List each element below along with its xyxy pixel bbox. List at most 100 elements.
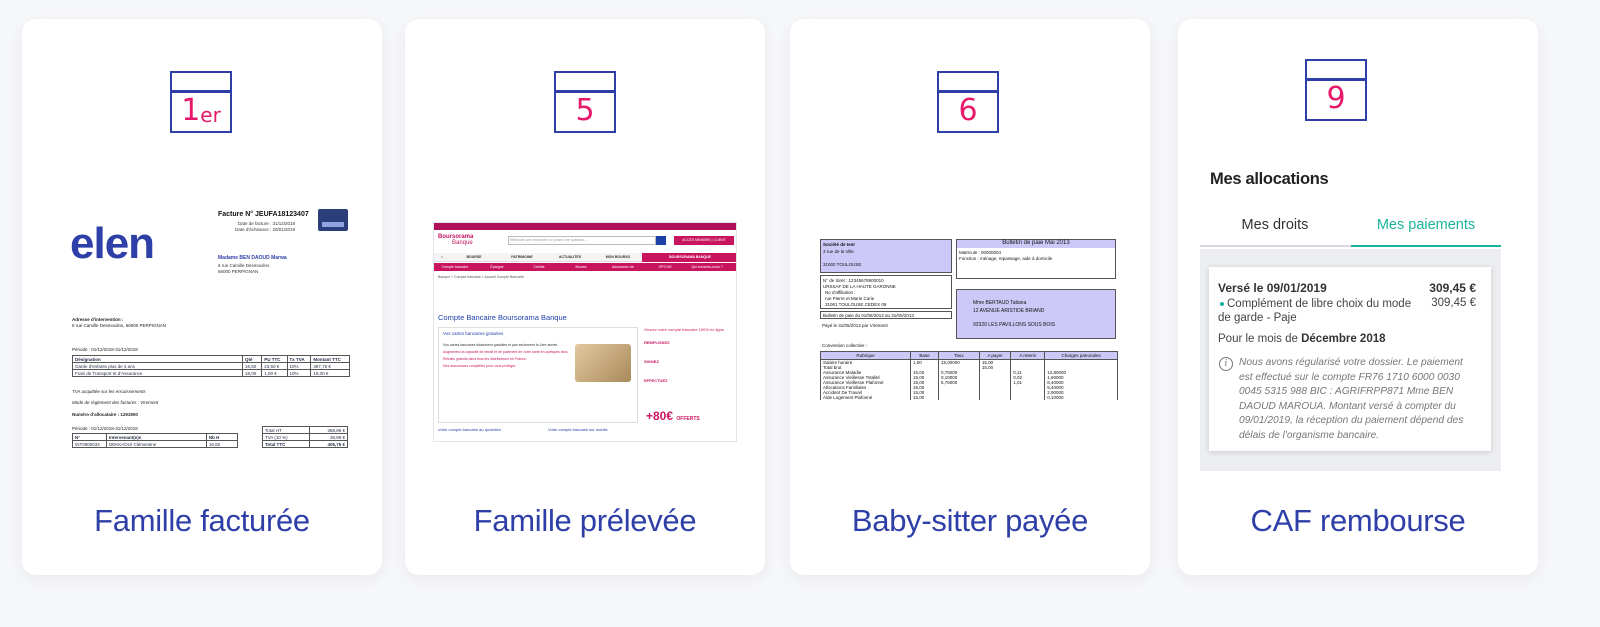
payment-date: Versé le 09/01/2019 <box>1218 281 1327 295</box>
subnav-item: OPCVM <box>658 265 672 269</box>
table-cell: TVA (10 %) <box>262 433 310 441</box>
promo-value: +80€ <box>646 409 674 423</box>
logo-subtext: Banque <box>452 240 473 246</box>
payment-note: Nous avons régularisé votre dossier. Le … <box>1239 357 1464 441</box>
table-cell: 0,10000 <box>1044 395 1118 400</box>
calendar-day-suffix: er <box>200 103 221 127</box>
elen-logo: elen <box>70 219 155 268</box>
invoice-document: elen Facture N° JEUFA18123407 Date de fa… <box>70 207 352 457</box>
urssaf-city: 31061 TOULOUSE CEDEX 09 <box>825 302 887 307</box>
table-header-row: Désignation Qté PU TTC Tx TVA Montant TT… <box>72 355 350 363</box>
table-row: Total TTC 405,75 € <box>262 440 349 448</box>
employee-address: 12 AVENUE ARISTIDE BRIAND <box>973 308 1045 314</box>
boursorama-logo: Boursorama Banque <box>438 234 486 248</box>
list-item: Augmentez la capacité de retrait et de p… <box>443 350 569 354</box>
tab-mes-paiements[interactable]: Mes paiements <box>1351 217 1501 233</box>
calendar-icon: 6 <box>937 71 999 133</box>
column-header: Nb H <box>205 433 239 441</box>
bank-top-bar <box>434 223 736 230</box>
employee-city: 93320 LES PAVILLONS SOUS BOIS <box>973 322 1056 328</box>
bank-cards-box: Vos cartes bancaires gratuites Vos carte… <box>438 327 638 423</box>
signup-step: EFFECTUEZ <box>644 378 668 383</box>
payment-amount: 309,45 € <box>1429 281 1476 295</box>
table-cell: 10% <box>286 362 312 370</box>
employee-name: Mme BERTAUD Tatiana <box>973 300 1027 306</box>
subnav-item: Assurance vie <box>612 265 634 269</box>
allocations-tabs: Mes droits Mes paiements <box>1200 209 1501 247</box>
calendar-icon: 1er <box>170 71 232 133</box>
calendar-day: 6 <box>958 93 978 128</box>
list-item: Vos cartes bancaires totalement gratuite… <box>443 343 559 347</box>
table-cell <box>978 395 1012 400</box>
table-cell <box>1010 395 1046 400</box>
nav-item: BOURSE <box>466 255 482 259</box>
bank-footer-links: Votre compte bancaire au quotidien Votre… <box>438 427 734 441</box>
step-caption: CAF rembourse <box>1250 503 1466 538</box>
month-value: Décembre 2018 <box>1301 333 1386 345</box>
urssaf-box: N° de Siret : 12345678900010 URSSAF DE L… <box>820 275 952 309</box>
payslip-document: Société de test 3 rue de la Ville 31000 … <box>818 237 1120 411</box>
intervenant-table: N° Intervenant(e)s Nb H INT0900034 DEKKA… <box>72 433 239 448</box>
column-header: Montant TTC <box>310 355 350 363</box>
subnav-item: Bourse <box>575 265 587 269</box>
column-header: PU TTC <box>261 355 288 363</box>
table-cell: 1,00 € <box>261 369 288 377</box>
payments-panel: Versé le 09/01/2019 309,45 € Complément … <box>1200 249 1501 471</box>
payment-date: Payé le 31/05/2013 par Virement <box>822 323 888 328</box>
column-header: Intervenant(e)s <box>106 433 207 441</box>
signup-step: REMPLISSEZ <box>644 340 670 345</box>
payslip-title: Bulletin de paie Mai 2013 <box>957 240 1115 248</box>
allocataire-number: Numéro d'allocataire : 1291900 <box>72 412 138 417</box>
table-cell: 405,75 € <box>308 440 349 448</box>
table-row: Frais de Transport et d'Assurance 18,00 … <box>72 369 350 377</box>
column-header: Base <box>910 351 939 360</box>
column-header: Désignation <box>72 355 243 363</box>
column-header: Tx TVA <box>286 355 312 363</box>
bank-sub-nav: Compte bancaire Épargne Crédits Bourse Assur… <box>434 263 736 271</box>
column-header: Taux <box>937 351 980 360</box>
column-header: A retenir <box>1010 351 1046 360</box>
bank-login-button: ACCÈS MEMBRE | CLIENT <box>674 236 734 245</box>
employer-name: Société de test <box>823 242 855 247</box>
employer-address: 3 rue de la Ville <box>823 249 854 254</box>
urssaf: URSSAF DE LA HAUTE GARONNE <box>823 284 896 289</box>
calendar-day: 1 <box>181 93 201 128</box>
convention: Convention collective : <box>822 343 868 348</box>
calendar-day: 9 <box>1326 81 1346 116</box>
signup-title: Ouvrez votre compte bancaire 100% en lig… <box>644 327 725 332</box>
payment-description: Complément de libre choix du mode de gar… <box>1218 298 1412 324</box>
employee-box: Mme BERTAUD Tatiana 12 AVENUE ARISTIDE B… <box>956 289 1116 339</box>
breadcrumb: Banque > Compte bancaire > Accueil Compt… <box>438 275 524 279</box>
payment-card[interactable]: Versé le 09/01/2019 309,45 € Complément … <box>1209 267 1491 451</box>
payment-line-amount: 309,45 € <box>1431 297 1476 309</box>
table-cell: 15,00 <box>910 395 939 400</box>
table-cell <box>937 395 980 400</box>
step-card-caf: 9 Mes allocations Mes droits Mes paiemen… <box>1178 19 1538 575</box>
column-header: A payer <box>978 351 1012 360</box>
home-icon: ⌂ <box>440 255 444 259</box>
footer-link: Votre compte bancaire au quotidien <box>438 427 501 432</box>
calendar-day: 5 <box>575 93 595 128</box>
credit-card-image <box>575 344 631 382</box>
tab-mes-droits[interactable]: Mes droits <box>1200 217 1350 233</box>
payment-mode: Mode de règlement des factures : Viremen… <box>72 400 159 405</box>
payment-month: Pour le mois de Décembre 2018 <box>1218 333 1386 345</box>
payslip-table: Rubrique Base Taux A payer A retenir Cha… <box>820 351 1118 400</box>
promo-sub: OFFERTS <box>676 416 700 422</box>
qualisap-badge-icon <box>318 209 348 231</box>
page-title: Mes allocations <box>1210 170 1329 188</box>
calendar-icon: 9 <box>1305 59 1367 121</box>
table-cell: 368,86 € <box>308 426 349 434</box>
table-cell: Garde d'enfants plus de 3 ans <box>72 362 243 370</box>
table-cell: Aide Logement Plafonné <box>820 395 911 400</box>
column-header: Charges patronales <box>1044 351 1118 360</box>
employer-city: 31000 TOULOUSE <box>823 262 862 267</box>
table-cell: DEKKAOUI Clémentine <box>106 440 207 448</box>
urssaf-address: rue Pierre et Marie Curie <box>825 296 875 301</box>
nav-item: MON BOURSO <box>605 255 631 259</box>
bank-search-input: Effectuez une recherche ou posez une que… <box>508 236 656 245</box>
step-caption: Famille prélevée <box>473 503 697 538</box>
table-cell: 387,75 € <box>310 362 350 370</box>
table-cell: 18,00 <box>241 369 263 377</box>
month-label: Pour le mois de <box>1218 333 1298 345</box>
